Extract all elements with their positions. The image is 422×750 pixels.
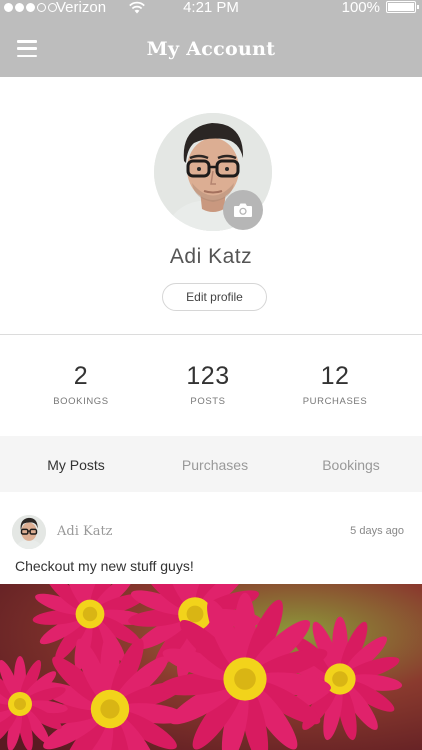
stat-value: 2 (73, 362, 89, 390)
battery-icon (386, 1, 419, 13)
change-photo-button[interactable] (223, 190, 263, 230)
stat-posts[interactable]: 123 POSTS (148, 362, 268, 407)
app-header: Verizon 4:21 PM 100% My Account (0, 0, 422, 77)
stat-purchases[interactable]: 12 PURCHASES (275, 362, 395, 407)
battery-percentage: 100% (341, 0, 380, 16)
content-tabs: My Posts Purchases Bookings (0, 436, 422, 492)
section-divider (0, 334, 422, 335)
stat-value: 12 (320, 362, 350, 390)
stat-label: BOOKINGS (53, 396, 109, 407)
post-text: Checkout my new stuff guys! (15, 558, 194, 574)
stat-bookings[interactable]: 2 BOOKINGS (21, 362, 141, 407)
tab-purchases[interactable]: Purchases (145, 457, 285, 473)
camera-icon (234, 203, 252, 217)
post-author-name[interactable]: Adi Katz (57, 524, 113, 539)
tab-bookings[interactable]: Bookings (281, 457, 421, 473)
status-bar: Verizon 4:21 PM 100% (0, 0, 422, 16)
stat-label: PURCHASES (302, 396, 368, 407)
edit-profile-button[interactable]: Edit profile (162, 283, 267, 311)
stat-label: POSTS (190, 396, 226, 407)
stat-value: 123 (186, 362, 230, 390)
profile-avatar-container (154, 113, 272, 231)
tab-my-posts[interactable]: My Posts (6, 457, 146, 473)
post-author-avatar[interactable] (12, 515, 46, 549)
post-image[interactable] (0, 584, 422, 750)
profile-name: Adi Katz (169, 245, 253, 268)
post-timestamp: 5 days ago (350, 525, 404, 537)
page-title: My Account (146, 38, 276, 60)
